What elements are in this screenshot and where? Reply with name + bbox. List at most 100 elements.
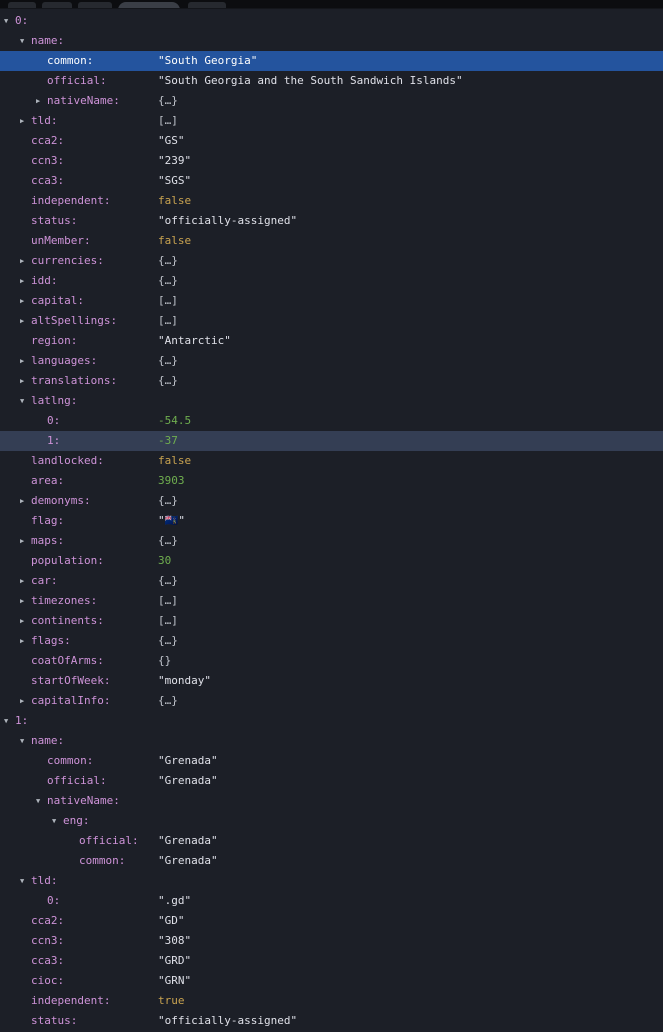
tree-row-name-1[interactable]: ▼ name: bbox=[0, 31, 663, 51]
property-key: population: bbox=[31, 554, 104, 567]
expander-icon[interactable]: ▼ bbox=[4, 11, 15, 31]
tree-row-0-20[interactable]: 0: -54.5 bbox=[0, 411, 663, 431]
tree-row-population-27[interactable]: population: 30 bbox=[0, 551, 663, 571]
expander-icon[interactable]: ▶ bbox=[20, 491, 31, 511]
tree-row-ccn3-46[interactable]: ccn3: "308" bbox=[0, 931, 663, 951]
tree-row-cca2-45[interactable]: cca2: "GD" bbox=[0, 911, 663, 931]
toolbar-tab-stub-1[interactable] bbox=[8, 2, 36, 8]
tree-row-translations-18[interactable]: ▶ translations: {…} bbox=[0, 371, 663, 391]
tree-row-0-0[interactable]: ▼ 0: bbox=[0, 11, 663, 31]
tree-row-coatOfArms-32[interactable]: coatOfArms: {} bbox=[0, 651, 663, 671]
expander-icon[interactable]: ▼ bbox=[36, 791, 47, 811]
toolbar-tab-stub-4[interactable] bbox=[188, 2, 226, 8]
expander-icon[interactable]: ▶ bbox=[20, 371, 31, 391]
expander-icon[interactable]: ▶ bbox=[20, 631, 31, 651]
tree-row-common-42[interactable]: common: "Grenada" bbox=[0, 851, 663, 871]
tree-row-altSpellings-15[interactable]: ▶ altSpellings: […] bbox=[0, 311, 663, 331]
key-cell: ▶ maps: bbox=[0, 531, 158, 551]
tree-row-1-35[interactable]: ▼ 1: bbox=[0, 711, 663, 731]
expander-icon[interactable]: ▶ bbox=[20, 611, 31, 631]
expander-icon[interactable]: ▶ bbox=[20, 291, 31, 311]
expander-icon[interactable]: ▶ bbox=[20, 691, 31, 711]
tree-row-status-50[interactable]: status: "officially-assigned" bbox=[0, 1011, 663, 1031]
tree-row-timezones-29[interactable]: ▶ timezones: […] bbox=[0, 591, 663, 611]
tree-row-cioc-48[interactable]: cioc: "GRN" bbox=[0, 971, 663, 991]
tree-row-demonyms-24[interactable]: ▶ demonyms: {…} bbox=[0, 491, 663, 511]
expander-icon[interactable]: ▶ bbox=[20, 351, 31, 371]
key-cell: ▼ nativeName: bbox=[0, 791, 158, 811]
property-key: latlng: bbox=[31, 394, 78, 407]
tree-row-flags-31[interactable]: ▶ flags: {…} bbox=[0, 631, 663, 651]
expander-icon[interactable]: ▼ bbox=[20, 391, 31, 411]
expander-icon[interactable]: ▶ bbox=[20, 111, 31, 131]
expander-icon[interactable]: ▶ bbox=[20, 251, 31, 271]
toolbar-tab-stub-3[interactable] bbox=[78, 2, 112, 8]
tree-row-eng-40[interactable]: ▼ eng: bbox=[0, 811, 663, 831]
tree-row-official-3[interactable]: official: "South Georgia and the South S… bbox=[0, 71, 663, 91]
key-cell: common: bbox=[0, 51, 158, 71]
tree-row-car-28[interactable]: ▶ car: {…} bbox=[0, 571, 663, 591]
expander-icon[interactable]: ▶ bbox=[20, 311, 31, 331]
tree-row-common-37[interactable]: common: "Grenada" bbox=[0, 751, 663, 771]
tree-row-region-16[interactable]: region: "Antarctic" bbox=[0, 331, 663, 351]
toolbar-pill-stub[interactable] bbox=[118, 2, 180, 8]
key-cell: population: bbox=[0, 551, 158, 571]
tree-row-idd-13[interactable]: ▶ idd: {…} bbox=[0, 271, 663, 291]
key-cell: official: bbox=[0, 771, 158, 791]
tree-row-maps-26[interactable]: ▶ maps: {…} bbox=[0, 531, 663, 551]
property-key: idd: bbox=[31, 274, 58, 287]
expander-icon[interactable]: ▶ bbox=[20, 571, 31, 591]
tree-row-landlocked-22[interactable]: landlocked: false bbox=[0, 451, 663, 471]
expander-icon[interactable]: ▼ bbox=[52, 811, 63, 831]
tree-row-cca3-8[interactable]: cca3: "SGS" bbox=[0, 171, 663, 191]
property-key: languages: bbox=[31, 354, 98, 367]
tree-row-tld-5[interactable]: ▶ tld: […] bbox=[0, 111, 663, 131]
expander-icon[interactable]: ▶ bbox=[20, 271, 31, 291]
expander-icon[interactable]: ▶ bbox=[20, 531, 31, 551]
tree-row-1-21[interactable]: 1: -37 bbox=[0, 431, 663, 451]
tree-row-ccn3-7[interactable]: ccn3: "239" bbox=[0, 151, 663, 171]
property-value: "officially-assigned" bbox=[158, 214, 298, 227]
expander-icon[interactable]: ▼ bbox=[20, 31, 31, 51]
expander-icon[interactable]: ▼ bbox=[20, 731, 31, 751]
expander-icon[interactable]: ▶ bbox=[20, 591, 31, 611]
key-cell: ccn3: bbox=[0, 151, 158, 171]
tree-row-cca3-47[interactable]: cca3: "GRD" bbox=[0, 951, 663, 971]
tree-row-latlng-19[interactable]: ▼ latlng: bbox=[0, 391, 663, 411]
tree-row-tld-43[interactable]: ▼ tld: bbox=[0, 871, 663, 891]
expander-icon[interactable]: ▶ bbox=[36, 91, 47, 111]
tree-row-capital-14[interactable]: ▶ capital: […] bbox=[0, 291, 663, 311]
tree-row-common-2[interactable]: common: "South Georgia" bbox=[0, 51, 663, 71]
key-cell: startOfWeek: bbox=[0, 671, 158, 691]
expander-icon[interactable]: ▼ bbox=[4, 711, 15, 731]
tree-row-capitalInfo-34[interactable]: ▶ capitalInfo: {…} bbox=[0, 691, 663, 711]
expander-icon[interactable]: ▼ bbox=[20, 871, 31, 891]
toolbar-tab-stub-2[interactable] bbox=[42, 2, 72, 8]
tree-row-official-38[interactable]: official: "Grenada" bbox=[0, 771, 663, 791]
tree-row-startOfWeek-33[interactable]: startOfWeek: "monday" bbox=[0, 671, 663, 691]
tree-row-unMember-11[interactable]: unMember: false bbox=[0, 231, 663, 251]
tree-row-independent-49[interactable]: independent: true bbox=[0, 991, 663, 1011]
tree-row-status-10[interactable]: status: "officially-assigned" bbox=[0, 211, 663, 231]
property-key: demonyms: bbox=[31, 494, 91, 507]
tree-row-name-36[interactable]: ▼ name: bbox=[0, 731, 663, 751]
tree-row-languages-17[interactable]: ▶ languages: {…} bbox=[0, 351, 663, 371]
property-key: capitalInfo: bbox=[31, 694, 111, 707]
tree-row-independent-9[interactable]: independent: false bbox=[0, 191, 663, 211]
tree-row-nativeName-39[interactable]: ▼ nativeName: bbox=[0, 791, 663, 811]
tree-row-area-23[interactable]: area: 3903 bbox=[0, 471, 663, 491]
property-key: official: bbox=[47, 774, 107, 787]
tree-row-nativeName-4[interactable]: ▶ nativeName: {…} bbox=[0, 91, 663, 111]
tree-row-cca2-6[interactable]: cca2: "GS" bbox=[0, 131, 663, 151]
tree-row-official-41[interactable]: official: "Grenada" bbox=[0, 831, 663, 851]
tree-row-0-44[interactable]: 0: ".gd" bbox=[0, 891, 663, 911]
tree-row-continents-30[interactable]: ▶ continents: […] bbox=[0, 611, 663, 631]
tree-row-currencies-12[interactable]: ▶ currencies: {…} bbox=[0, 251, 663, 271]
tree-row-flag-25[interactable]: flag: "🇬🇸" bbox=[0, 511, 663, 531]
